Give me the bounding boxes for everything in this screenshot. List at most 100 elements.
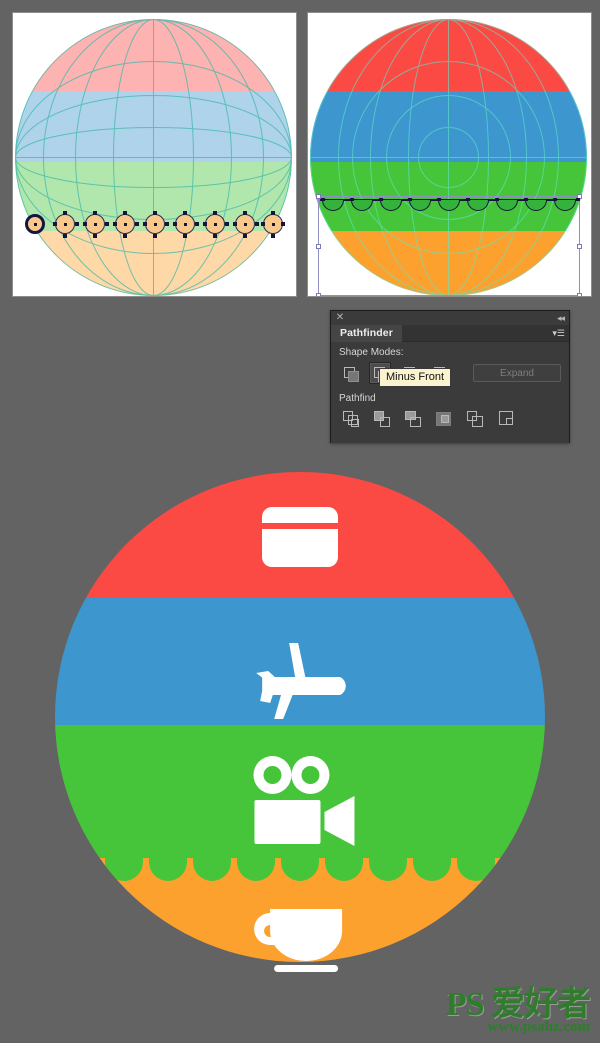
trim-button[interactable] — [370, 407, 392, 429]
unite-button[interactable] — [339, 362, 361, 384]
anchor-handle — [75, 222, 79, 226]
path-anchor — [466, 197, 470, 201]
anchor-circle-row[interactable] — [25, 211, 285, 238]
merge-button[interactable] — [401, 407, 423, 429]
scallop-6[interactable] — [467, 200, 489, 211]
anchor-center-dot — [271, 222, 275, 226]
coffee-cup-icon — [254, 909, 343, 972]
anchor-handle — [123, 234, 127, 238]
anchor-handle — [271, 211, 275, 215]
trim-glyph — [380, 417, 390, 427]
scallop-shape — [237, 857, 275, 882]
scallop-shape — [193, 857, 231, 882]
minus-back-button[interactable] — [494, 407, 516, 429]
tab-pathfinder[interactable]: Pathfinder — [331, 325, 402, 342]
scallop-3[interactable] — [380, 200, 402, 211]
path-anchor — [321, 197, 325, 201]
anchor-center-dot — [123, 222, 127, 226]
anchor-handle — [183, 234, 187, 238]
scallop-2[interactable] — [351, 200, 373, 211]
airplane-icon — [256, 643, 346, 719]
anchor-handle — [113, 222, 117, 226]
watermark-main: PS 爱好者 — [445, 986, 591, 1023]
scallop-4[interactable] — [409, 200, 431, 211]
anchor-handle — [183, 211, 187, 215]
pathfinder-panel[interactable]: ✕ ◂◂ Pathfinder ▾☰ Shape Modes: Expand P… — [330, 310, 570, 443]
scallop-5[interactable] — [438, 200, 460, 211]
anchor-handle — [135, 222, 139, 226]
scallop-7[interactable] — [496, 200, 518, 211]
artboard-faded-stage — [13, 13, 296, 296]
anchor-handle — [173, 222, 177, 226]
anchor-handle — [153, 234, 157, 238]
anchor-handle — [123, 211, 127, 215]
scallop-edge-row — [55, 857, 545, 883]
anchor-handle — [53, 222, 57, 226]
anchor-circle-1[interactable] — [25, 214, 45, 234]
anchor-handle — [213, 211, 217, 215]
panel-menu-icon[interactable]: ▾☰ — [552, 328, 565, 339]
scallop-9[interactable] — [554, 200, 576, 211]
anchor-center-dot — [63, 222, 67, 226]
divide-button[interactable] — [339, 407, 361, 429]
anchor-handle — [225, 222, 229, 226]
anchor-circle-9[interactable] — [263, 214, 283, 234]
anchor-circle-4[interactable] — [115, 214, 135, 234]
outline-glyph — [472, 416, 483, 427]
bbox-handle-bl[interactable] — [316, 293, 321, 296]
anchor-circle-7[interactable] — [205, 214, 225, 234]
artboard-solid-preview — [307, 12, 592, 297]
minus-front-tooltip: Minus Front — [379, 368, 452, 387]
crop-button[interactable] — [432, 407, 454, 429]
scallop-shape — [457, 857, 495, 882]
path-anchor — [553, 197, 557, 201]
divide-glyph — [351, 419, 359, 427]
bbox-handle-ml[interactable] — [316, 244, 321, 249]
scallop-shape — [105, 857, 143, 882]
bbox-handle-mr[interactable] — [577, 244, 582, 249]
scallop-8[interactable] — [525, 200, 547, 211]
scallop-shape — [281, 857, 319, 882]
anchor-circle-5[interactable] — [145, 214, 165, 234]
pathfinder-ops-row — [339, 407, 561, 429]
scallop-shape — [149, 857, 187, 882]
globe-grid-icon — [15, 19, 292, 296]
anchor-circle-3[interactable] — [85, 214, 105, 234]
anchor-circle-6[interactable] — [175, 214, 195, 234]
anchor-handle — [203, 222, 207, 226]
path-anchor — [437, 197, 441, 201]
anchor-circle-8[interactable] — [235, 214, 255, 234]
path-anchor — [350, 197, 354, 201]
faded-globe — [15, 19, 292, 296]
artboard-faded-preview — [12, 12, 297, 297]
anchor-center-dot — [213, 222, 217, 226]
path-anchor — [524, 197, 528, 201]
anchor-handle — [243, 211, 247, 215]
scallop-shape — [61, 857, 99, 882]
merge-glyph — [410, 417, 421, 427]
pathfinders-label: Pathfind — [339, 393, 376, 404]
pathfinder-titlebar: ✕ ◂◂ — [331, 311, 569, 325]
scallop-1[interactable] — [322, 200, 344, 211]
anchor-center-dot — [33, 222, 37, 226]
artboard-solid-stage — [308, 13, 591, 296]
video-camera-icon — [253, 756, 355, 846]
anchor-handle — [83, 222, 87, 226]
outline-button[interactable] — [463, 407, 485, 429]
anchor-center-dot — [153, 222, 157, 226]
path-anchor — [408, 197, 412, 201]
path-anchor — [495, 197, 499, 201]
anchor-handle — [165, 222, 169, 226]
scallop-shape — [501, 857, 539, 882]
scallop-shape — [325, 857, 363, 882]
expand-button[interactable]: Expand — [473, 364, 561, 382]
anchor-circle-2[interactable] — [55, 214, 75, 234]
anchor-handle — [255, 222, 259, 226]
collapse-panel-icon[interactable]: ◂◂ — [557, 313, 565, 323]
scallop-row-mini[interactable] — [322, 200, 576, 218]
anchor-center-dot — [93, 222, 97, 226]
bbox-handle-br[interactable] — [577, 293, 582, 296]
close-icon[interactable]: ✕ — [335, 313, 345, 323]
scallop-shape — [413, 857, 451, 882]
unite-glyph — [348, 371, 359, 382]
